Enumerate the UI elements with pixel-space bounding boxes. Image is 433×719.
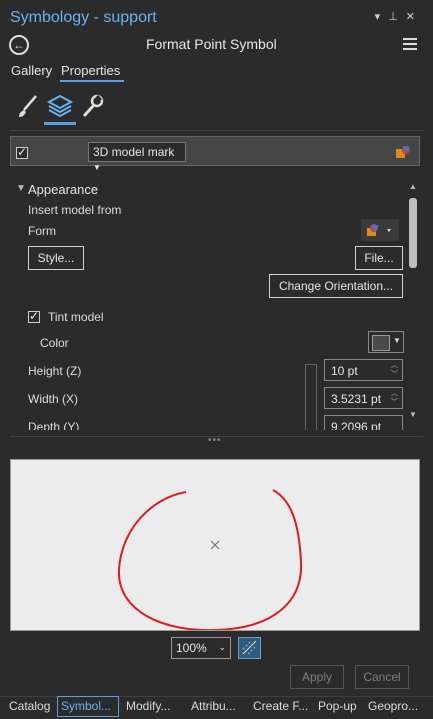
3d-model-icon — [394, 144, 412, 160]
dock-tab-symbology[interactable]: Symbol... — [61, 699, 111, 713]
width-label: Width (X) — [28, 392, 79, 406]
dimension-lock-bracket[interactable] — [305, 364, 317, 430]
apply-button[interactable]: Apply — [290, 665, 344, 689]
tint-model-label: Tint model — [48, 310, 104, 324]
page-title: Format Point Symbol — [146, 36, 277, 52]
color-picker[interactable]: ▼ — [368, 331, 404, 353]
change-orientation-button[interactable]: Change Orientation... — [269, 274, 403, 298]
layers-icon[interactable] — [46, 92, 74, 120]
red-annotation-circle — [117, 489, 303, 630]
pin-icon[interactable]: ⊥ — [388, 11, 406, 23]
preview-x-marker-icon — [210, 540, 220, 550]
dock-tab-catalog[interactable]: Catalog — [9, 699, 50, 713]
tab-properties[interactable]: Properties — [61, 63, 120, 78]
layer-enabled-checkbox[interactable] — [16, 145, 28, 159]
width-field[interactable]: 3.5231 pt ︿ ﹀ — [324, 387, 403, 409]
zoom-value: 100% — [176, 641, 207, 655]
dock-tab-modify[interactable]: Modify... — [126, 699, 170, 713]
insert-model-dropdown[interactable] — [361, 219, 399, 241]
chevron-down-icon: ▼ — [393, 336, 401, 345]
preview-background-toggle[interactable] — [238, 637, 261, 659]
scrollbar-thumb[interactable] — [409, 198, 417, 268]
scroll-down-icon[interactable]: ▼ — [409, 410, 417, 419]
appearance-heading: Appearance — [28, 182, 99, 197]
dock-tab-attributes[interactable]: Attribu... — [191, 699, 236, 713]
color-label: Color — [40, 336, 69, 350]
active-tab-indicator — [60, 80, 124, 82]
window-controls: ▾⊥✕ — [375, 10, 423, 23]
layer-type-select[interactable]: 3D model mark ▼ — [88, 142, 186, 172]
width-value: 3.5231 pt — [331, 392, 382, 406]
chevron-down-icon: ⌄ — [218, 642, 226, 652]
appearance-panel: ▼ Appearance Insert model from Form Styl… — [10, 178, 406, 430]
insert-model-label: Insert model from — [28, 203, 122, 217]
color-swatch — [372, 335, 390, 351]
divider — [10, 130, 423, 131]
symbol-preview — [10, 459, 420, 631]
scroll-up-icon[interactable]: ▲ — [409, 182, 417, 191]
splitter-grip-icon[interactable]: ••• — [208, 435, 222, 446]
pane-title: Symbology - support — [10, 9, 157, 26]
depth-value: 9.2096 pt — [331, 420, 382, 430]
depth-label: Depth (Y) — [28, 420, 80, 430]
width-stepper-icon[interactable]: ︿ ﹀ — [391, 389, 398, 407]
tab-gallery[interactable]: Gallery — [11, 63, 52, 78]
height-value: 10 pt — [331, 364, 358, 378]
tint-model-checkbox[interactable] — [28, 309, 40, 323]
depth-field[interactable]: 9.2096 pt — [324, 415, 403, 430]
hamburger-menu-icon[interactable] — [403, 36, 417, 53]
back-arrow-icon[interactable]: ← — [9, 35, 29, 55]
close-icon[interactable]: ✕ — [406, 11, 423, 23]
dock-tab-popup[interactable]: Pop-up — [318, 699, 357, 713]
dock-tab-create-features[interactable]: Create F... — [253, 699, 308, 713]
zoom-select[interactable]: 100% ⌄ — [171, 637, 231, 659]
layer-type-value: 3D model mark — [93, 145, 175, 159]
options-dropdown-icon[interactable]: ▾ — [375, 11, 389, 23]
selected-tool-indicator — [44, 122, 76, 125]
height-stepper-icon[interactable]: ︿ ﹀ — [391, 361, 398, 379]
paintbrush-icon[interactable] — [14, 92, 42, 120]
wrench-icon[interactable] — [78, 92, 106, 120]
height-field[interactable]: 10 pt ︿ ﹀ — [324, 359, 403, 381]
file-button[interactable]: File... — [355, 246, 403, 270]
style-button[interactable]: Style... — [28, 246, 84, 270]
cancel-button[interactable]: Cancel — [355, 665, 409, 689]
collapse-chevron-icon[interactable]: ▼ — [16, 183, 26, 194]
symbol-layer-row[interactable] — [10, 136, 420, 166]
dock-tab-geoprocessing[interactable]: Geopro... — [368, 699, 418, 713]
height-label: Height (Z) — [28, 364, 82, 378]
chevron-down-icon: ▼ — [93, 163, 101, 172]
form-label: Form — [28, 224, 56, 238]
